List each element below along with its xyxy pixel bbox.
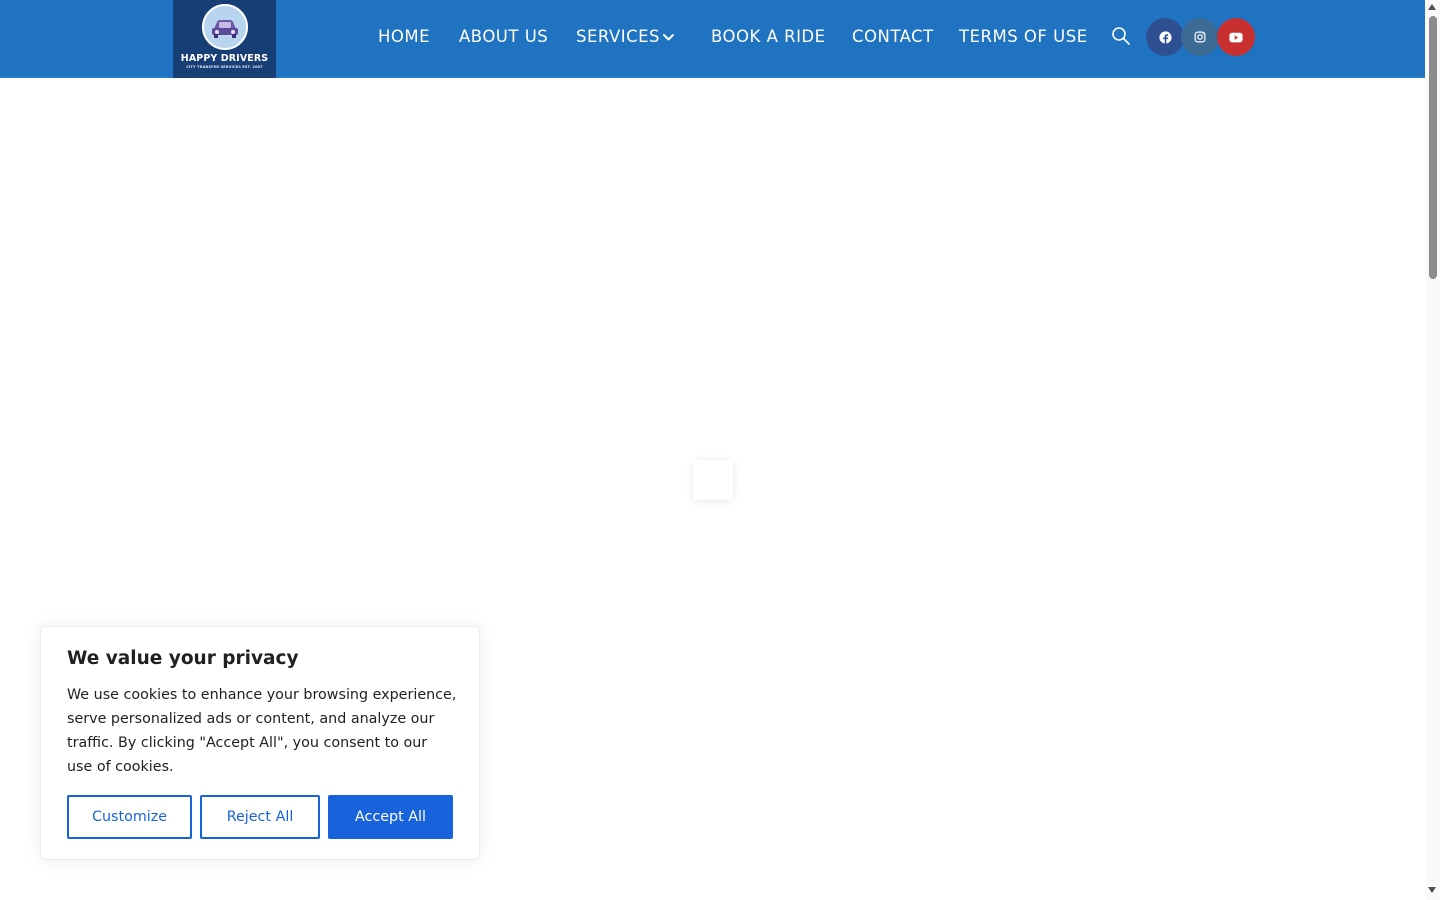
scroll-up-arrow-icon[interactable] — [1428, 4, 1436, 10]
nav-book-a-ride[interactable]: BOOK A RIDE — [711, 26, 826, 48]
cookie-title: We value your privacy — [67, 648, 299, 669]
nav-contact[interactable]: CONTACT — [852, 26, 934, 48]
youtube-button[interactable] — [1217, 18, 1255, 56]
logo-title: HAPPY DRIVERS — [180, 53, 269, 64]
instagram-button[interactable] — [1181, 18, 1219, 56]
loading-spinner — [693, 460, 733, 500]
cookie-consent-banner: We value your privacy We use cookies to … — [40, 626, 480, 860]
reject-all-button[interactable]: Reject All — [200, 795, 320, 839]
facebook-button[interactable] — [1146, 18, 1184, 56]
nav-services[interactable]: SERVICES — [576, 26, 660, 48]
site-logo[interactable]: HAPPY DRIVERS CITY TRANSFER SERVICES EST… — [173, 0, 276, 78]
nav-about-us[interactable]: ABOUT US — [459, 26, 548, 48]
nav-terms-of-use[interactable]: TERMS OF USE — [959, 26, 1088, 48]
scroll-thumb[interactable] — [1429, 16, 1437, 279]
chevron-down-icon[interactable] — [662, 31, 675, 44]
accept-all-button[interactable]: Accept All — [328, 795, 453, 839]
site-header: HAPPY DRIVERS CITY TRANSFER SERVICES EST… — [0, 0, 1425, 78]
scroll-down-arrow-icon[interactable] — [1428, 887, 1436, 893]
logo-subtitle: CITY TRANSFER SERVICES EST. 2007 — [186, 65, 263, 69]
youtube-icon — [1229, 32, 1243, 42]
customize-button[interactable]: Customize — [67, 795, 192, 839]
car-logo-icon — [201, 4, 248, 50]
instagram-icon — [1194, 31, 1206, 43]
facebook-icon — [1158, 30, 1172, 44]
cookie-text: We use cookies to enhance your browsing … — [67, 687, 457, 775]
search-icon[interactable] — [1111, 26, 1131, 46]
page-scrollbar[interactable] — [1425, 0, 1440, 900]
nav-home[interactable]: HOME — [378, 26, 430, 48]
